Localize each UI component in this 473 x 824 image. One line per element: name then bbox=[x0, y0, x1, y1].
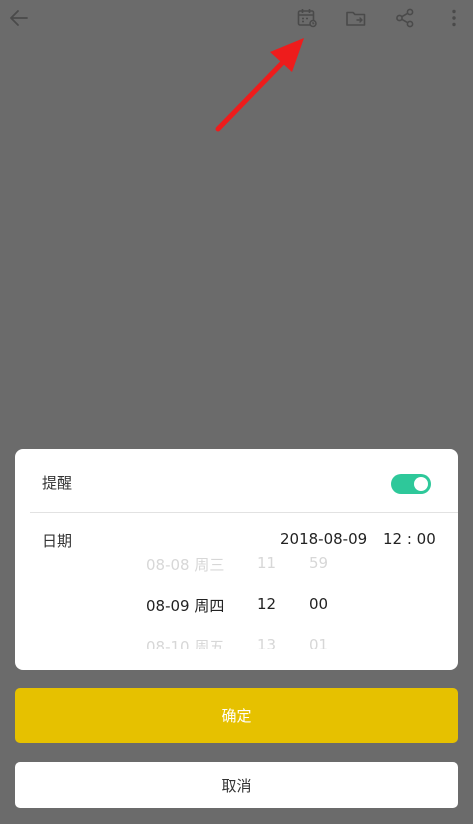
divider bbox=[30, 512, 458, 513]
selected-date: 2018-08-09 bbox=[280, 530, 368, 548]
cancel-button[interactable]: 取消 bbox=[15, 762, 458, 808]
picker-minute-prev[interactable]: 59 bbox=[309, 554, 328, 572]
share-icon[interactable] bbox=[392, 5, 418, 31]
toggle-knob bbox=[414, 477, 428, 491]
reminder-toggle[interactable] bbox=[391, 474, 431, 494]
selected-time: 12 : 00 bbox=[383, 530, 436, 548]
folder-move-icon[interactable] bbox=[343, 5, 369, 31]
red-arrow bbox=[215, 38, 304, 132]
date-label: 日期 bbox=[42, 532, 73, 550]
top-toolbar bbox=[0, 0, 473, 36]
reminder-row: 提醒 bbox=[15, 449, 458, 512]
confirm-button[interactable]: 确定 bbox=[15, 688, 458, 743]
datetime-picker[interactable]: 08-08 周三 08-09 周四 08-10 周五 11 12 13 59 0… bbox=[15, 549, 458, 649]
picker-date-next[interactable]: 08-10 周五 bbox=[146, 636, 224, 649]
reminder-label: 提醒 bbox=[42, 474, 73, 492]
picker-date-selected[interactable]: 08-09 周四 bbox=[146, 595, 224, 616]
picker-hour-prev[interactable]: 11 bbox=[257, 554, 276, 572]
picker-date-prev[interactable]: 08-08 周三 bbox=[146, 554, 224, 575]
picker-hour-next[interactable]: 13 bbox=[257, 636, 276, 649]
more-vertical-icon[interactable] bbox=[441, 5, 467, 31]
picker-hour-selected[interactable]: 12 bbox=[257, 595, 276, 613]
reminder-dialog: 提醒 日期 2018-08-09 12 : 00 08-08 周三 08-09 … bbox=[15, 449, 458, 670]
calendar-reminder-icon[interactable] bbox=[294, 5, 320, 31]
picker-minute-next[interactable]: 01 bbox=[309, 636, 328, 649]
back-arrow-icon[interactable] bbox=[6, 5, 32, 31]
picker-minute-selected[interactable]: 00 bbox=[309, 595, 328, 613]
